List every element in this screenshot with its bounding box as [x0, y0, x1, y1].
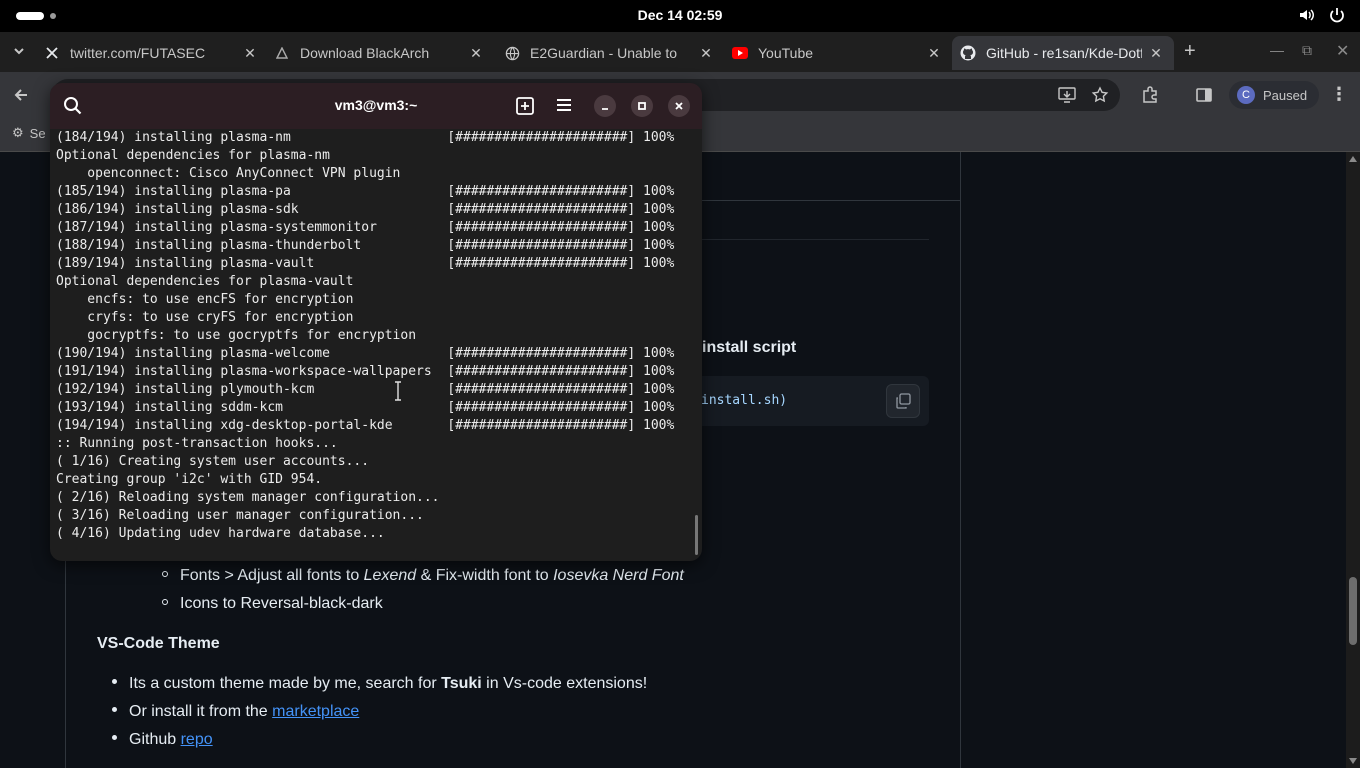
- github-icon: [960, 45, 976, 61]
- tab-e2guardian[interactable]: E2Guardian - Unable to ✕: [504, 36, 714, 70]
- list-item: Icons to Reversal-black-dark: [162, 595, 383, 613]
- terminal-output[interactable]: (184/194) installing plasma-nm [########…: [56, 129, 696, 561]
- terminal-line: (186/194) installing plasma-sdk [#######…: [56, 202, 675, 217]
- new-tab-plus-icon[interactable]: +: [1184, 40, 1196, 63]
- vscode-theme-heading: VS-Code Theme: [97, 635, 220, 652]
- extensions-puzzle-icon[interactable]: [1141, 86, 1159, 109]
- tab-title: Download BlackArch: [300, 45, 430, 61]
- gnome-top-bar: Dec 14 02:59: [0, 0, 1360, 32]
- blackarch-icon: [274, 45, 290, 61]
- scroll-up-icon[interactable]: [1349, 156, 1357, 162]
- tab-blackarch[interactable]: Download BlackArch ✕: [274, 36, 484, 70]
- tab-title: E2Guardian - Unable to: [530, 45, 678, 61]
- list-item: Github repo: [112, 731, 213, 749]
- browser-tab-strip: twitter.com/FUTASEC ✕ Download BlackArch…: [0, 32, 1360, 72]
- tab-close-icon[interactable]: ✕: [242, 45, 258, 62]
- tab-close-icon[interactable]: ✕: [1148, 45, 1164, 62]
- terminal-line: (188/194) installing plasma-thunderbolt …: [56, 238, 675, 253]
- scroll-down-icon[interactable]: [1349, 758, 1357, 764]
- terminal-line: (191/194) installing plasma-workspace-wa…: [56, 364, 675, 379]
- terminal-line: (192/194) installing plymouth-kcm [#####…: [56, 382, 675, 397]
- terminal-line: (184/194) installing plasma-nm [########…: [56, 130, 675, 145]
- side-panel-icon[interactable]: [1195, 86, 1213, 109]
- terminal-line: (194/194) installing xdg-desktop-portal-…: [56, 418, 675, 433]
- terminal-window[interactable]: vm3@vm3:~ (184/194) installing plasma-nm…: [50, 83, 702, 561]
- install-script-heading: install script: [702, 339, 797, 356]
- bookmark-label: Se: [29, 125, 46, 141]
- terminal-line: Optional dependencies for plasma-vault: [56, 274, 354, 289]
- list-item: Its a custom theme made by me, search fo…: [112, 675, 647, 693]
- back-arrow-icon[interactable]: [12, 86, 30, 109]
- tab-search-chevron-icon[interactable]: [12, 44, 26, 63]
- terminal-line: openconnect: Cisco AnyConnect VPN plugin: [56, 166, 401, 181]
- repo-link[interactable]: repo: [181, 731, 213, 748]
- terminal-scrollbar[interactable]: [695, 515, 698, 555]
- power-icon[interactable]: [1328, 6, 1346, 24]
- close-icon: [675, 102, 683, 110]
- hamburger-menu-icon[interactable]: [555, 97, 573, 118]
- terminal-line: ( 3/16) Reloading user manager configura…: [56, 508, 424, 523]
- code-text: install.sh): [701, 393, 788, 408]
- terminal-maximize-button[interactable]: [631, 95, 653, 117]
- terminal-line: Creating group 'i2c' with GID 954.: [56, 472, 323, 487]
- copy-icon: [896, 393, 911, 409]
- gear-icon: ⚙: [12, 125, 24, 140]
- close-window-icon[interactable]: ✕: [1336, 41, 1349, 61]
- terminal-line: ( 4/16) Updating udev hardware database.…: [56, 526, 385, 541]
- terminal-titlebar[interactable]: vm3@vm3:~: [50, 83, 702, 129]
- minimize-icon: [602, 108, 608, 110]
- terminal-line: cryfs: to use cryFS for encryption: [56, 310, 354, 325]
- youtube-icon: [732, 45, 748, 61]
- volume-icon[interactable]: [1298, 6, 1316, 24]
- desktop-screen: Dec 14 02:59 twitter.com/FUTASEC ✕ Downl…: [0, 0, 1360, 768]
- profile-status: Paused: [1263, 87, 1308, 103]
- tab-close-icon[interactable]: ✕: [698, 45, 714, 62]
- globe-icon: [504, 45, 520, 61]
- profile-paused-button[interactable]: C Paused: [1229, 81, 1319, 109]
- copy-code-button[interactable]: [886, 384, 920, 418]
- clock[interactable]: Dec 14 02:59: [0, 7, 1360, 23]
- tab-github[interactable]: GitHub - re1san/Kde-Dotfiles ✕: [952, 36, 1174, 70]
- page-scrollbar[interactable]: [1346, 152, 1360, 768]
- terminal-line: :: Running post-transaction hooks...: [56, 436, 338, 451]
- text-cursor-icon: [395, 381, 401, 401]
- tab-twitter[interactable]: twitter.com/FUTASEC ✕: [44, 36, 258, 70]
- tab-youtube[interactable]: YouTube ✕: [732, 36, 942, 70]
- avatar: C: [1237, 86, 1255, 104]
- terminal-close-button[interactable]: [668, 95, 690, 117]
- system-tray[interactable]: [1298, 6, 1346, 24]
- terminal-line: (185/194) installing plasma-pa [########…: [56, 184, 675, 199]
- terminal-line: encfs: to use encFS for encryption: [56, 292, 354, 307]
- maximize-icon: [638, 102, 646, 110]
- new-tab-icon[interactable]: [515, 96, 535, 121]
- tab-title: GitHub - re1san/Kde-Dotfiles: [986, 45, 1142, 61]
- bookmark-item[interactable]: ⚙ Se: [12, 125, 46, 141]
- maximize-window-icon[interactable]: ⧉: [1302, 42, 1312, 59]
- install-app-icon[interactable]: [1058, 87, 1076, 108]
- list-item: Fonts > Adjust all fonts to Lexend & Fix…: [162, 567, 684, 585]
- tab-title: YouTube: [758, 45, 814, 61]
- marketplace-link[interactable]: marketplace: [272, 703, 359, 720]
- terminal-line: ( 2/16) Reloading system manager configu…: [56, 490, 440, 505]
- terminal-line: gocryptfs: to use gocryptfs for encrypti…: [56, 328, 417, 343]
- bookmark-star-icon[interactable]: [1091, 86, 1109, 109]
- tab-close-icon[interactable]: ✕: [468, 45, 484, 62]
- list-item: Or install it from the marketplace: [112, 703, 359, 721]
- minimize-window-icon[interactable]: —: [1270, 42, 1284, 58]
- terminal-line: (187/194) installing plasma-systemmonito…: [56, 220, 675, 235]
- tab-title: twitter.com/FUTASEC: [70, 45, 206, 61]
- tab-close-icon[interactable]: ✕: [926, 45, 942, 62]
- terminal-minimize-button[interactable]: [594, 95, 616, 117]
- x-logo-icon: [44, 45, 60, 61]
- browser-menu-kebab-icon[interactable]: ⋮: [1330, 84, 1348, 105]
- terminal-line: (193/194) installing sddm-kcm [#########…: [56, 400, 675, 415]
- terminal-line: ( 1/16) Creating system user accounts...: [56, 454, 370, 469]
- terminal-line: (189/194) installing plasma-vault [#####…: [56, 256, 675, 271]
- terminal-line: (190/194) installing plasma-welcome [###…: [56, 346, 675, 361]
- scrollbar-thumb[interactable]: [1349, 577, 1357, 645]
- terminal-line: Optional dependencies for plasma-nm: [56, 148, 330, 163]
